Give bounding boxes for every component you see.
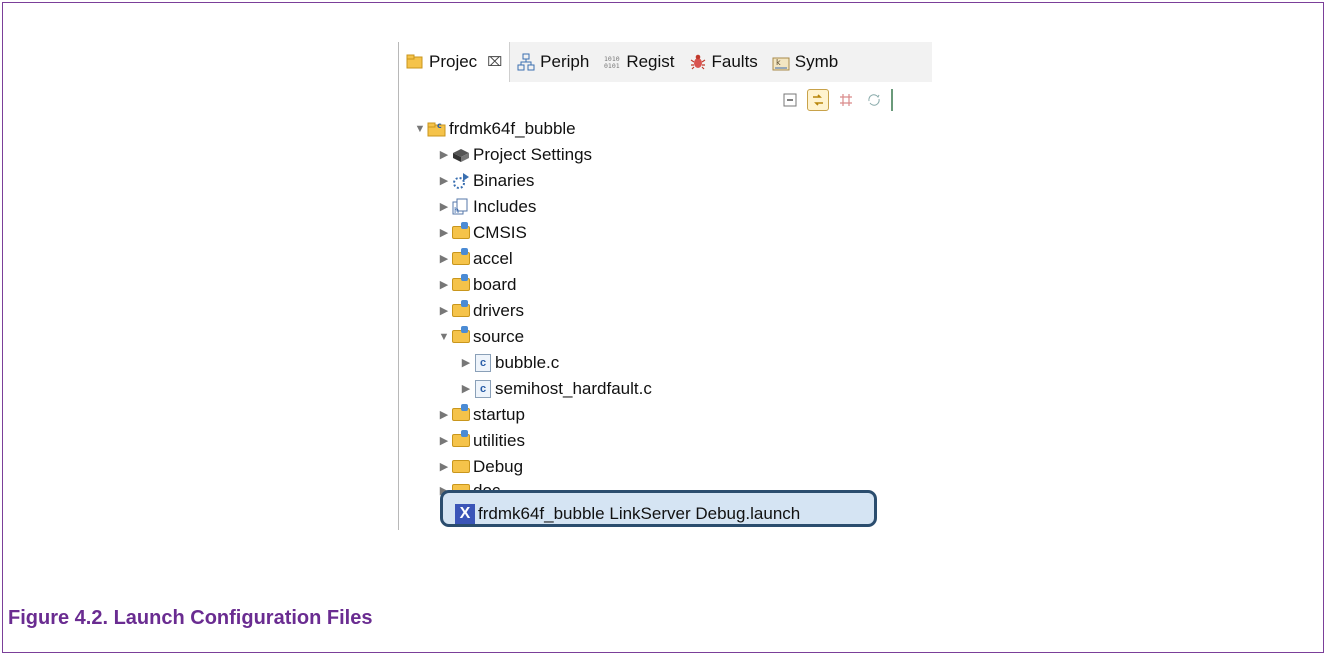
settings-icon	[451, 146, 471, 164]
tree-item-label: accel	[473, 248, 513, 268]
tab-registers[interactable]: 1010 0101 Regist	[596, 42, 681, 82]
source-folder-icon	[451, 222, 471, 242]
svg-text:c: c	[437, 121, 442, 130]
tab-project-explorer[interactable]: Projec ⌧	[399, 42, 511, 82]
source-folder-icon	[451, 248, 471, 268]
tree-item-launch-file[interactable]: X frdmk64f_bubble LinkServer Debug.launc…	[455, 501, 800, 526]
tab-peripherals[interactable]: Periph	[510, 42, 596, 82]
tree-item-label: startup	[473, 404, 525, 424]
collapse-all-icon[interactable]	[779, 89, 801, 111]
svg-text:k: k	[776, 58, 781, 67]
tab-label: Regist	[626, 52, 675, 71]
expand-arrow-icon[interactable]: ▶	[437, 148, 451, 161]
expand-arrow-icon[interactable]: ▶	[437, 226, 451, 239]
expand-arrow-icon[interactable]: ▶	[437, 200, 451, 213]
source-folder-icon	[451, 430, 471, 450]
tree-item-includes[interactable]: ▶ h Includes	[437, 194, 537, 219]
expand-arrow-icon[interactable]: ▶	[437, 252, 451, 265]
tree-item-debug[interactable]: ▶ Debug	[437, 454, 523, 479]
svg-text:h: h	[454, 206, 459, 215]
tree-item-drivers[interactable]: ▶ drivers	[437, 298, 524, 323]
peripherals-icon	[516, 52, 536, 72]
tree-item-label: source	[473, 326, 525, 346]
expand-arrow-icon[interactable]: ▶	[437, 434, 451, 447]
folder-icon	[451, 458, 471, 476]
tree-item-accel[interactable]: ▶ accel	[437, 246, 513, 271]
expand-arrow-icon[interactable]: ▶	[437, 460, 451, 473]
tab-label: Projec	[429, 52, 478, 71]
filter-icon[interactable]	[835, 89, 857, 111]
project-explorer-icon	[405, 52, 425, 72]
tree-item-source[interactable]: ▼ source	[437, 324, 524, 349]
tab-symbols[interactable]: k Symb	[765, 42, 845, 82]
expand-arrow-icon[interactable]: ▶	[437, 174, 451, 187]
tree-item-label: Project Settings	[473, 144, 593, 164]
more-icon[interactable]	[891, 89, 899, 111]
tab-label: Symb	[794, 52, 839, 71]
includes-icon: h	[451, 198, 471, 216]
tree-item-label: board	[473, 274, 517, 294]
tree-item-semihost-hardfault-c[interactable]: ▶ c semihost_hardfault.c	[459, 376, 652, 401]
source-folder-icon	[451, 404, 471, 424]
expand-arrow-icon[interactable]: ▼	[413, 123, 427, 135]
project-explorer-panel: Projec ⌧ Periph 1010 0101 Regist Faults k	[398, 42, 932, 530]
tree-item-cmsis[interactable]: ▶ CMSIS	[437, 220, 527, 245]
tree-item-label: Binaries	[473, 170, 535, 190]
tree-item-board[interactable]: ▶ board	[437, 272, 516, 297]
tree-item-label: Includes	[473, 196, 537, 216]
expand-arrow-icon[interactable]: ▶	[437, 408, 451, 421]
source-folder-icon	[451, 274, 471, 294]
link-with-editor-icon[interactable]	[807, 89, 829, 111]
c-file-icon: c	[473, 379, 493, 398]
source-folder-icon	[451, 326, 471, 346]
expand-arrow-icon[interactable]: ▼	[437, 331, 451, 343]
launch-config-icon: X	[455, 503, 475, 524]
c-project-icon: c	[427, 120, 447, 138]
c-file-icon: c	[473, 353, 493, 372]
tree-item-project-settings[interactable]: ▶ Project Settings	[437, 142, 592, 167]
tree-item-label: semihost_hardfault.c	[495, 378, 652, 398]
symbols-icon: k	[771, 52, 791, 72]
tree-item-label: frdmk64f_bubble	[449, 118, 576, 138]
tree-root[interactable]: ▼ c frdmk64f_bubble	[413, 116, 576, 141]
tree-item-utilities[interactable]: ▶ utilities	[437, 428, 525, 453]
figure-caption: Figure 4.2. Launch Configuration Files	[8, 607, 373, 629]
tree-item-label: frdmk64f_bubble LinkServer Debug.launch	[478, 503, 801, 523]
tree-item-label: Debug	[473, 456, 524, 476]
tree-item-label: CMSIS	[473, 222, 527, 242]
tree-item-bubble-c[interactable]: ▶ c bubble.c	[459, 350, 559, 375]
faults-bug-icon	[688, 52, 708, 72]
tab-label: Periph	[540, 52, 590, 71]
expand-arrow-icon[interactable]: ▶	[459, 356, 473, 369]
tree-item-label: bubble.c	[495, 352, 560, 372]
tree-item-label: drivers	[473, 300, 525, 320]
tree-item-binaries[interactable]: ▶ Binaries	[437, 168, 535, 193]
tab-faults[interactable]: Faults	[682, 42, 765, 82]
registers-icon: 1010 0101	[602, 52, 622, 72]
expand-arrow-icon[interactable]: ▶	[437, 304, 451, 317]
expand-arrow-icon[interactable]: ▶	[459, 382, 473, 395]
svg-text:0101: 0101	[604, 62, 620, 70]
close-icon[interactable]: ⌧	[487, 54, 502, 70]
source-folder-icon	[451, 300, 471, 320]
view-toolbar	[779, 87, 899, 113]
expand-arrow-icon[interactable]: ▶	[437, 278, 451, 291]
tree-item-label: utilities	[473, 430, 525, 450]
binaries-icon	[451, 172, 471, 190]
view-tab-bar: Projec ⌧ Periph 1010 0101 Regist Faults k	[399, 42, 932, 82]
tab-label: Faults	[711, 52, 758, 71]
tree-item-startup[interactable]: ▶ startup	[437, 402, 525, 427]
sync-icon[interactable]	[863, 89, 885, 111]
